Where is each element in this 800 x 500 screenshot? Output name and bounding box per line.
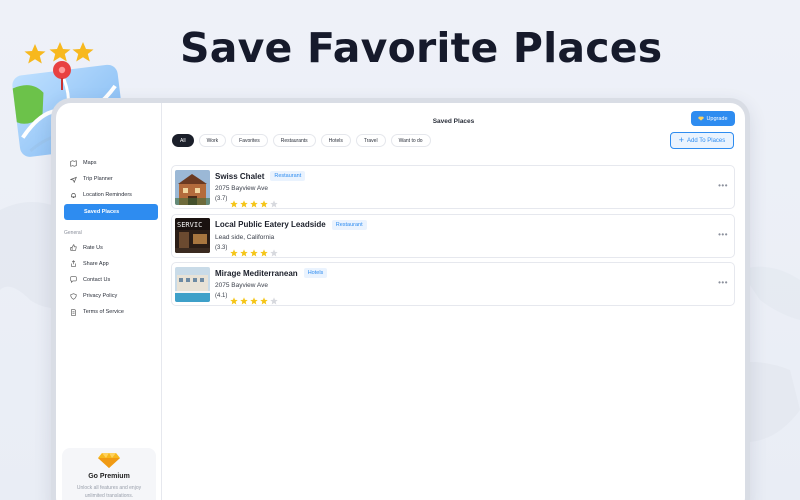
sidebar-item-label: Privacy Policy <box>83 293 118 300</box>
place-info: Local Public Eatery Leadside Restaurant Le… <box>215 217 367 256</box>
filter-chip-hotels[interactable]: Hotels <box>320 134 351 147</box>
rating-value: (3.7) <box>215 196 228 202</box>
sidebar-item-contact-us[interactable]: Contact Us <box>64 272 158 288</box>
star-icon <box>230 292 239 305</box>
star-icon <box>230 195 239 208</box>
main-content: Saved Places Upgrade All Work Favorites Res… <box>162 103 745 500</box>
saved-places-list: Swiss Chalet Restaurant 2075 Bayview Ave (3… <box>171 165 735 311</box>
place-thumbnail <box>175 266 210 302</box>
sidebar-main-nav: Maps Trip Planner Location Reminders Saved … <box>56 155 162 321</box>
sidebar-item-label: Rate Us <box>83 244 103 251</box>
place-card[interactable]: Mirage Mediterranean Hotels 2075 Bayview A… <box>171 262 735 306</box>
sidebar-item-label: Location Reminders <box>83 192 132 199</box>
premium-description: Unlock all features and enjoy unlimited … <box>76 485 142 499</box>
place-category-tag: Restaurant <box>270 171 306 181</box>
place-rating: (3.3) <box>215 244 367 256</box>
thumb-sign-text: SERVIC <box>177 221 202 229</box>
star-icon <box>240 244 249 256</box>
filter-chip-restaurants[interactable]: Restaurants <box>272 134 316 147</box>
more-options-icon[interactable]: ••• <box>718 181 728 190</box>
add-to-places-label: Add To Places <box>687 137 726 144</box>
sidebar-item-label: Share App <box>83 260 109 267</box>
star-icon <box>250 292 259 305</box>
star-icon <box>270 195 279 208</box>
thumbs-up-icon <box>70 244 77 251</box>
place-name: Swiss Chalet <box>215 171 265 181</box>
star-icon <box>240 292 249 305</box>
filter-chip-work[interactable]: Work <box>198 134 227 147</box>
place-info: Swiss Chalet Restaurant 2075 Bayview Ave (3… <box>215 168 306 208</box>
add-to-places-button[interactable]: + Add To Places <box>670 132 734 149</box>
place-info: Mirage Mediterranean Hotels 2075 Bayview A… <box>215 265 328 305</box>
map-icon <box>70 159 77 167</box>
place-rating: (4.1) <box>215 292 327 305</box>
star-icon <box>240 195 249 208</box>
filter-chip-favorites[interactable]: Favorites <box>231 134 268 147</box>
upgrade-label: Upgrade <box>706 115 728 122</box>
sidebar-item-saved-places[interactable]: Saved Places <box>64 203 158 220</box>
plane-icon <box>70 176 77 183</box>
share-icon <box>70 260 77 267</box>
sidebar-item-share-app[interactable]: Share App <box>64 256 158 272</box>
filter-chips: All Work Favorites Restaurants Hotels Travel W… <box>172 134 431 147</box>
diamond-icon <box>98 453 120 468</box>
place-card[interactable]: SERVIC Local Public Eatery Leadside Restau… <box>171 213 735 258</box>
shield-icon <box>70 292 77 300</box>
star-icon <box>260 195 269 208</box>
filter-chip-all[interactable]: All <box>172 134 194 147</box>
three-stars-icon <box>24 42 94 64</box>
sidebar-item-privacy-policy[interactable]: Privacy Policy <box>64 288 158 304</box>
place-address: Lead side, California <box>215 233 275 241</box>
plus-icon: + <box>678 135 684 145</box>
bell-icon <box>70 192 77 199</box>
sidebar-item-terms-of-service[interactable]: Terms of Service <box>64 304 158 320</box>
filter-chip-want-to-do[interactable]: Want to do <box>390 134 431 147</box>
device-frame: Maps Trip Planner Location Reminders Saved … <box>51 98 750 500</box>
place-thumbnail: SERVIC <box>175 218 210 253</box>
sidebar: Maps Trip Planner Location Reminders Saved … <box>56 103 162 500</box>
window-title: Saved Places <box>432 118 475 125</box>
sidebar-item-label: Trip Planner <box>83 176 113 183</box>
app-window: Maps Trip Planner Location Reminders Saved … <box>56 103 745 500</box>
page-headline: Save Favorite Places <box>180 24 663 72</box>
rating-value: (4.1) <box>215 293 228 299</box>
more-options-icon[interactable]: ••• <box>718 278 728 287</box>
place-name: Mirage Mediterranean <box>215 268 298 278</box>
place-name: Local Public Eatery Leadside <box>215 220 326 229</box>
star-icon <box>250 244 259 256</box>
place-card[interactable]: Swiss Chalet Restaurant 2075 Bayview Ave (3… <box>171 165 735 209</box>
sidebar-item-label: Saved Places <box>84 208 120 215</box>
star-icon <box>260 292 269 305</box>
sidebar-item-label: Maps <box>83 160 97 166</box>
more-options-icon[interactable]: ••• <box>718 230 728 239</box>
place-address: 2075 Bayview Ave <box>215 282 268 289</box>
star-icon <box>270 292 279 305</box>
sidebar-item-maps[interactable]: Maps <box>64 155 158 171</box>
star-icon <box>260 244 269 256</box>
go-premium-card[interactable]: Go Premium Unlock all features and enjoy… <box>62 448 156 500</box>
place-rating: (3.7) <box>215 195 305 208</box>
star-icon <box>230 244 239 256</box>
sidebar-item-rate-us[interactable]: Rate Us <box>64 240 158 256</box>
chat-icon <box>70 276 77 284</box>
upgrade-button[interactable]: Upgrade <box>691 111 735 126</box>
star-icon <box>250 195 259 208</box>
premium-title: Go Premium <box>88 473 130 480</box>
place-category-tag: Restaurant <box>331 219 367 230</box>
sidebar-item-label: Terms of Service <box>83 309 124 316</box>
sidebar-item-trip-planner[interactable]: Trip Planner <box>64 171 158 187</box>
place-address: 2075 Bayview Ave <box>215 185 268 192</box>
rating-value: (3.3) <box>215 244 228 251</box>
diamond-icon <box>698 116 705 121</box>
filter-chip-travel[interactable]: Travel <box>355 134 386 147</box>
document-icon <box>70 309 77 316</box>
place-category-tag: Hotels <box>303 268 328 278</box>
place-thumbnail <box>175 169 210 205</box>
general-section-label: General <box>64 229 82 236</box>
star-icon <box>270 244 279 256</box>
sidebar-item-location-reminders[interactable]: Location Reminders <box>64 187 158 203</box>
sidebar-item-label: Contact Us <box>83 276 111 283</box>
